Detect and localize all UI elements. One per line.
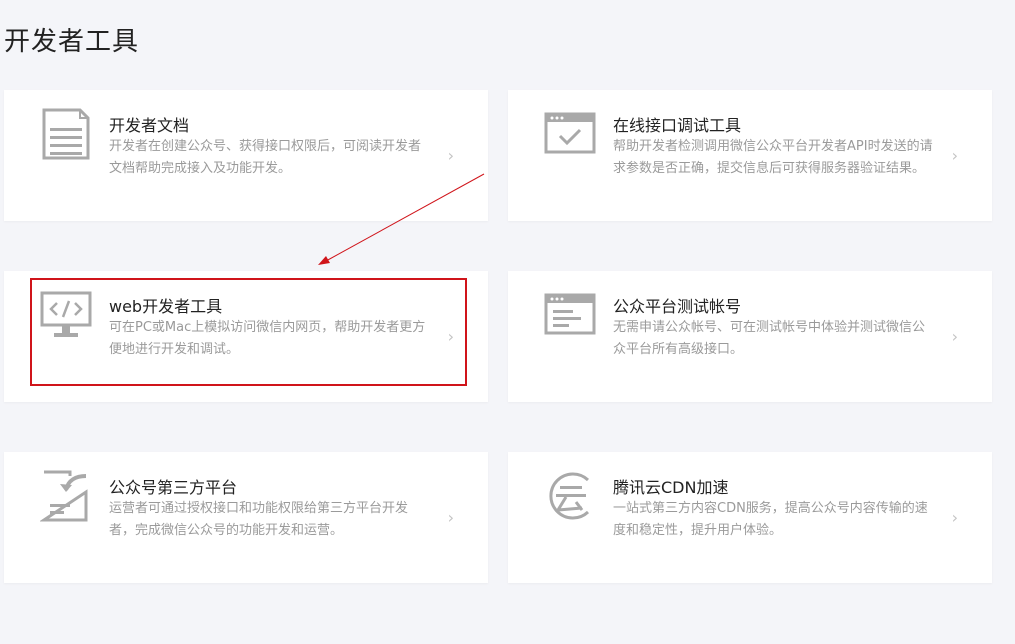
- chevron-right-icon: ›: [447, 145, 454, 165]
- page-title: 开发者工具: [4, 27, 140, 58]
- card-developer-docs[interactable]: 开发者文档 开发者在创建公众号、获得接口权限后，可阅读开发者文档帮助完成接入及功…: [4, 90, 488, 221]
- card-tencent-cloud-cdn[interactable]: 腾讯云CDN加速 一站式第三方内容CDN服务，提高公众号内容传输的速度和稳定性，…: [508, 452, 992, 583]
- card-description: 无需申请公众帐号、可在测试帐号中体验并测试微信公众平台所有高级接口。: [613, 320, 926, 357]
- document-share-icon: [40, 470, 92, 522]
- card-title: 公众平台测试帐号: [613, 297, 742, 316]
- browser-check-icon: [544, 108, 596, 160]
- monitor-code-icon: [40, 289, 92, 341]
- document-icon: [40, 108, 92, 160]
- card-description: 帮助开发者检测调用微信公众平台开发者API时发送的请求参数是否正确，提交信息后可…: [613, 139, 933, 176]
- card-description: 开发者在创建公众号、获得接口权限后，可阅读开发者文档帮助完成接入及功能开发。: [109, 139, 422, 176]
- card-web-devtools[interactable]: web开发者工具 可在PC或Mac上模拟访问微信内网页，帮助开发者更方便地进行开…: [4, 271, 488, 402]
- chevron-right-icon: ›: [951, 145, 958, 165]
- card-title: 公众号第三方平台: [109, 478, 238, 497]
- card-test-account[interactable]: 公众平台测试帐号 无需申请公众帐号、可在测试帐号中体验并测试微信公众平台所有高级…: [508, 271, 992, 402]
- cloud-yun-icon: [544, 470, 596, 522]
- chevron-right-icon: ›: [447, 507, 454, 527]
- card-title: 腾讯云CDN加速: [613, 478, 729, 497]
- card-online-api-debug[interactable]: 在线接口调试工具 帮助开发者检测调用微信公众平台开发者API时发送的请求参数是否…: [508, 90, 992, 221]
- card-title: web开发者工具: [109, 297, 223, 316]
- card-third-party-platform[interactable]: 公众号第三方平台 运营者可通过授权接口和功能权限给第三方平台开发者，完成微信公众…: [4, 452, 488, 583]
- card-title: 在线接口调试工具: [613, 116, 742, 135]
- chevron-right-icon: ›: [447, 326, 454, 346]
- card-title: 开发者文档: [109, 116, 190, 135]
- card-description: 可在PC或Mac上模拟访问微信内网页，帮助开发者更方便地进行开发和调试。: [109, 320, 426, 357]
- chevron-right-icon: ›: [951, 326, 958, 346]
- card-description: 运营者可通过授权接口和功能权限给第三方平台开发者，完成微信公众号的功能开发和运营…: [109, 501, 409, 538]
- chevron-right-icon: ›: [951, 507, 958, 527]
- browser-window-icon: [544, 289, 596, 341]
- card-description: 一站式第三方内容CDN服务，提高公众号内容传输的速度和稳定性，提升用户体验。: [613, 501, 928, 538]
